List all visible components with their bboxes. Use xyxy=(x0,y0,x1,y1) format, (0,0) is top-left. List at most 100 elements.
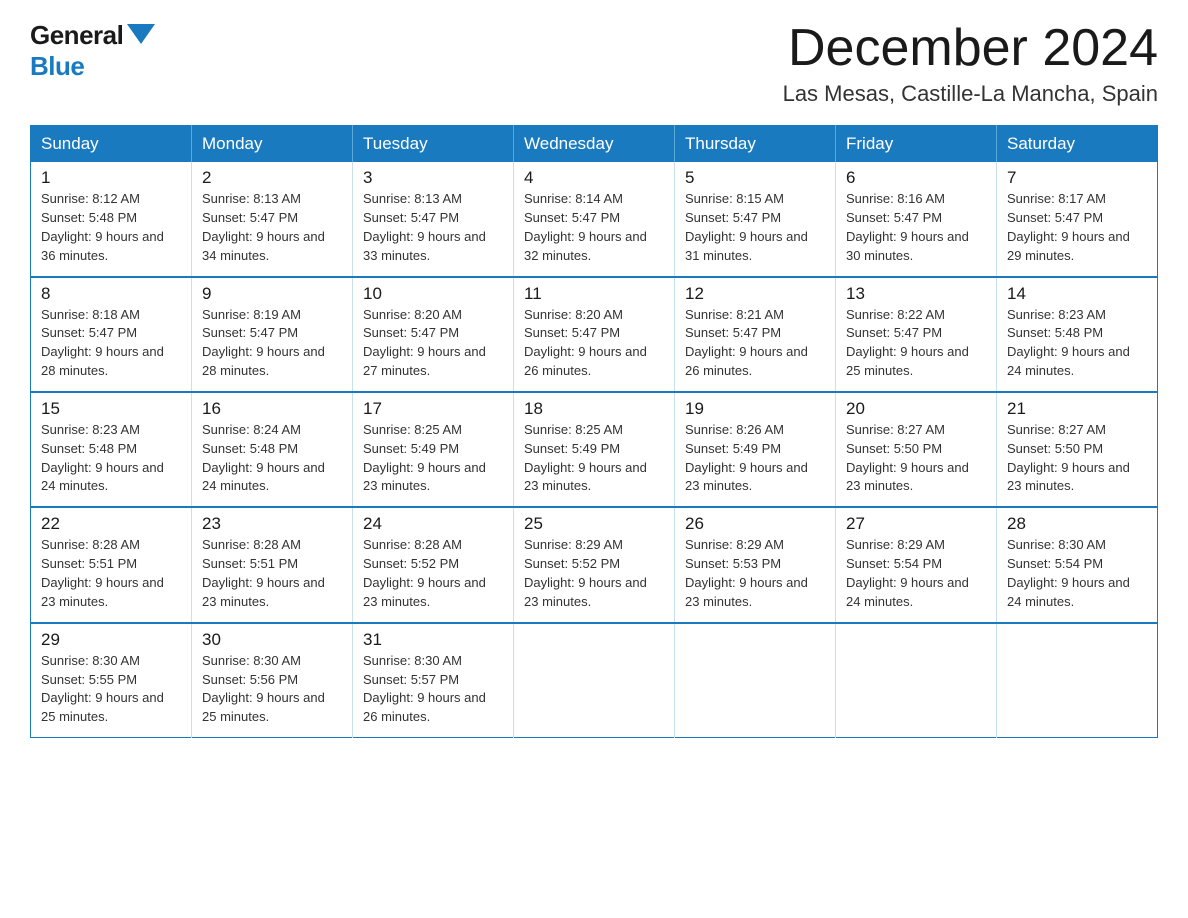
day-info: Sunrise: 8:13 AM Sunset: 5:47 PM Dayligh… xyxy=(363,190,503,265)
calendar-cell: 7 Sunrise: 8:17 AM Sunset: 5:47 PM Dayli… xyxy=(997,162,1158,276)
day-number: 22 xyxy=(41,514,181,534)
day-info: Sunrise: 8:30 AM Sunset: 5:57 PM Dayligh… xyxy=(363,652,503,727)
day-info: Sunrise: 8:17 AM Sunset: 5:47 PM Dayligh… xyxy=(1007,190,1147,265)
day-number: 13 xyxy=(846,284,986,304)
day-info: Sunrise: 8:28 AM Sunset: 5:51 PM Dayligh… xyxy=(41,536,181,611)
header-friday: Friday xyxy=(836,126,997,163)
day-number: 29 xyxy=(41,630,181,650)
day-number: 18 xyxy=(524,399,664,419)
day-info: Sunrise: 8:25 AM Sunset: 5:49 PM Dayligh… xyxy=(363,421,503,496)
day-number: 8 xyxy=(41,284,181,304)
calendar-cell: 3 Sunrise: 8:13 AM Sunset: 5:47 PM Dayli… xyxy=(353,162,514,276)
calendar-cell: 27 Sunrise: 8:29 AM Sunset: 5:54 PM Dayl… xyxy=(836,507,997,622)
day-info: Sunrise: 8:30 AM Sunset: 5:56 PM Dayligh… xyxy=(202,652,342,727)
day-info: Sunrise: 8:26 AM Sunset: 5:49 PM Dayligh… xyxy=(685,421,825,496)
week-row-5: 29 Sunrise: 8:30 AM Sunset: 5:55 PM Dayl… xyxy=(31,623,1158,738)
day-number: 28 xyxy=(1007,514,1147,534)
day-info: Sunrise: 8:29 AM Sunset: 5:54 PM Dayligh… xyxy=(846,536,986,611)
day-info: Sunrise: 8:20 AM Sunset: 5:47 PM Dayligh… xyxy=(524,306,664,381)
day-info: Sunrise: 8:19 AM Sunset: 5:47 PM Dayligh… xyxy=(202,306,342,381)
day-number: 6 xyxy=(846,168,986,188)
day-number: 7 xyxy=(1007,168,1147,188)
week-row-4: 22 Sunrise: 8:28 AM Sunset: 5:51 PM Dayl… xyxy=(31,507,1158,622)
day-info: Sunrise: 8:29 AM Sunset: 5:53 PM Dayligh… xyxy=(685,536,825,611)
day-number: 25 xyxy=(524,514,664,534)
day-number: 1 xyxy=(41,168,181,188)
calendar-cell: 11 Sunrise: 8:20 AM Sunset: 5:47 PM Dayl… xyxy=(514,277,675,392)
calendar-cell xyxy=(836,623,997,738)
day-info: Sunrise: 8:23 AM Sunset: 5:48 PM Dayligh… xyxy=(41,421,181,496)
title-block: December 2024 Las Mesas, Castille-La Man… xyxy=(783,20,1158,107)
day-info: Sunrise: 8:28 AM Sunset: 5:52 PM Dayligh… xyxy=(363,536,503,611)
day-number: 26 xyxy=(685,514,825,534)
day-number: 17 xyxy=(363,399,503,419)
location-subtitle: Las Mesas, Castille-La Mancha, Spain xyxy=(783,81,1158,107)
day-info: Sunrise: 8:16 AM Sunset: 5:47 PM Dayligh… xyxy=(846,190,986,265)
calendar-cell: 30 Sunrise: 8:30 AM Sunset: 5:56 PM Dayl… xyxy=(192,623,353,738)
day-number: 24 xyxy=(363,514,503,534)
calendar-cell: 21 Sunrise: 8:27 AM Sunset: 5:50 PM Dayl… xyxy=(997,392,1158,507)
header-thursday: Thursday xyxy=(675,126,836,163)
week-row-3: 15 Sunrise: 8:23 AM Sunset: 5:48 PM Dayl… xyxy=(31,392,1158,507)
weekday-header-row: Sunday Monday Tuesday Wednesday Thursday… xyxy=(31,126,1158,163)
calendar-cell: 1 Sunrise: 8:12 AM Sunset: 5:48 PM Dayli… xyxy=(31,162,192,276)
page-header: General Blue December 2024 Las Mesas, Ca… xyxy=(30,20,1158,107)
day-number: 14 xyxy=(1007,284,1147,304)
day-info: Sunrise: 8:27 AM Sunset: 5:50 PM Dayligh… xyxy=(1007,421,1147,496)
day-number: 4 xyxy=(524,168,664,188)
calendar-cell: 29 Sunrise: 8:30 AM Sunset: 5:55 PM Dayl… xyxy=(31,623,192,738)
calendar-cell: 5 Sunrise: 8:15 AM Sunset: 5:47 PM Dayli… xyxy=(675,162,836,276)
week-row-2: 8 Sunrise: 8:18 AM Sunset: 5:47 PM Dayli… xyxy=(31,277,1158,392)
calendar-cell: 12 Sunrise: 8:21 AM Sunset: 5:47 PM Dayl… xyxy=(675,277,836,392)
day-number: 3 xyxy=(363,168,503,188)
calendar-cell: 19 Sunrise: 8:26 AM Sunset: 5:49 PM Dayl… xyxy=(675,392,836,507)
logo-blue-text: Blue xyxy=(30,51,84,82)
day-number: 15 xyxy=(41,399,181,419)
day-info: Sunrise: 8:22 AM Sunset: 5:47 PM Dayligh… xyxy=(846,306,986,381)
logo-triangle-icon xyxy=(127,24,155,44)
calendar-cell: 28 Sunrise: 8:30 AM Sunset: 5:54 PM Dayl… xyxy=(997,507,1158,622)
calendar-cell: 6 Sunrise: 8:16 AM Sunset: 5:47 PM Dayli… xyxy=(836,162,997,276)
header-monday: Monday xyxy=(192,126,353,163)
day-number: 11 xyxy=(524,284,664,304)
day-info: Sunrise: 8:12 AM Sunset: 5:48 PM Dayligh… xyxy=(41,190,181,265)
calendar-cell: 26 Sunrise: 8:29 AM Sunset: 5:53 PM Dayl… xyxy=(675,507,836,622)
day-info: Sunrise: 8:18 AM Sunset: 5:47 PM Dayligh… xyxy=(41,306,181,381)
day-info: Sunrise: 8:27 AM Sunset: 5:50 PM Dayligh… xyxy=(846,421,986,496)
calendar-cell: 16 Sunrise: 8:24 AM Sunset: 5:48 PM Dayl… xyxy=(192,392,353,507)
day-number: 9 xyxy=(202,284,342,304)
header-tuesday: Tuesday xyxy=(353,126,514,163)
logo-general-text: General xyxy=(30,20,123,51)
calendar-cell xyxy=(675,623,836,738)
header-saturday: Saturday xyxy=(997,126,1158,163)
calendar-cell xyxy=(997,623,1158,738)
day-number: 23 xyxy=(202,514,342,534)
calendar-cell: 10 Sunrise: 8:20 AM Sunset: 5:47 PM Dayl… xyxy=(353,277,514,392)
day-info: Sunrise: 8:29 AM Sunset: 5:52 PM Dayligh… xyxy=(524,536,664,611)
day-number: 31 xyxy=(363,630,503,650)
calendar-table: Sunday Monday Tuesday Wednesday Thursday… xyxy=(30,125,1158,738)
calendar-cell xyxy=(514,623,675,738)
calendar-cell: 31 Sunrise: 8:30 AM Sunset: 5:57 PM Dayl… xyxy=(353,623,514,738)
calendar-cell: 24 Sunrise: 8:28 AM Sunset: 5:52 PM Dayl… xyxy=(353,507,514,622)
calendar-cell: 25 Sunrise: 8:29 AM Sunset: 5:52 PM Dayl… xyxy=(514,507,675,622)
calendar-cell: 17 Sunrise: 8:25 AM Sunset: 5:49 PM Dayl… xyxy=(353,392,514,507)
header-wednesday: Wednesday xyxy=(514,126,675,163)
calendar-cell: 4 Sunrise: 8:14 AM Sunset: 5:47 PM Dayli… xyxy=(514,162,675,276)
day-number: 12 xyxy=(685,284,825,304)
calendar-cell: 23 Sunrise: 8:28 AM Sunset: 5:51 PM Dayl… xyxy=(192,507,353,622)
day-number: 10 xyxy=(363,284,503,304)
calendar-cell: 13 Sunrise: 8:22 AM Sunset: 5:47 PM Dayl… xyxy=(836,277,997,392)
day-number: 21 xyxy=(1007,399,1147,419)
calendar-header: Sunday Monday Tuesday Wednesday Thursday… xyxy=(31,126,1158,163)
day-info: Sunrise: 8:30 AM Sunset: 5:55 PM Dayligh… xyxy=(41,652,181,727)
calendar-cell: 20 Sunrise: 8:27 AM Sunset: 5:50 PM Dayl… xyxy=(836,392,997,507)
day-info: Sunrise: 8:14 AM Sunset: 5:47 PM Dayligh… xyxy=(524,190,664,265)
calendar-cell: 15 Sunrise: 8:23 AM Sunset: 5:48 PM Dayl… xyxy=(31,392,192,507)
calendar-cell: 2 Sunrise: 8:13 AM Sunset: 5:47 PM Dayli… xyxy=(192,162,353,276)
day-info: Sunrise: 8:30 AM Sunset: 5:54 PM Dayligh… xyxy=(1007,536,1147,611)
day-number: 2 xyxy=(202,168,342,188)
day-number: 20 xyxy=(846,399,986,419)
month-title: December 2024 xyxy=(783,20,1158,77)
day-info: Sunrise: 8:15 AM Sunset: 5:47 PM Dayligh… xyxy=(685,190,825,265)
